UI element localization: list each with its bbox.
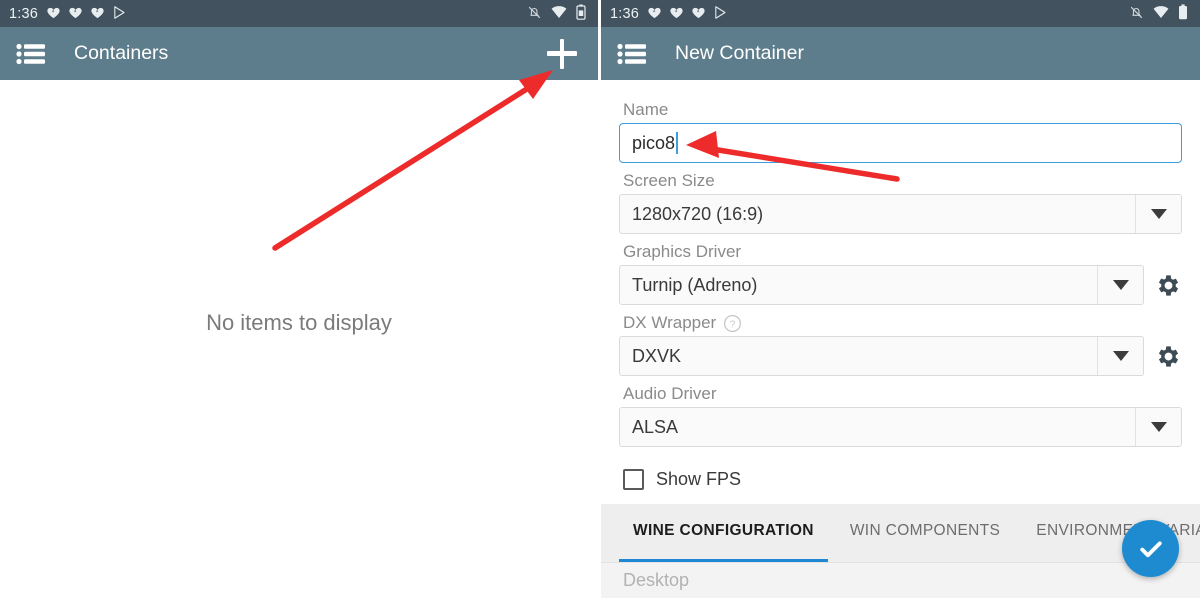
empty-state-text: No items to display: [206, 310, 392, 335]
page-title: Containers: [74, 42, 169, 64]
notification-icon: [647, 5, 662, 23]
desktop-field-label: Desktop: [623, 570, 690, 590]
mute-bell-icon: [527, 5, 542, 23]
show-fps-row[interactable]: Show FPS: [619, 469, 1182, 490]
play-store-icon: [112, 5, 127, 23]
chevron-down-icon[interactable]: [1135, 195, 1181, 233]
graphics-driver-select[interactable]: Turnip (Adreno): [619, 265, 1144, 305]
right-toolbar: New Container: [601, 27, 1200, 80]
right-phone-panel: 1:36 New Container Name pico8 Screen Siz…: [601, 0, 1200, 598]
gear-icon[interactable]: [1155, 343, 1182, 370]
wifi-icon: [1153, 5, 1169, 22]
mute-bell-icon: [1129, 5, 1144, 23]
battery-icon: [576, 4, 586, 23]
dx-wrapper-value: DXVK: [632, 345, 682, 366]
screen-size-value: 1280x720 (16:9): [632, 203, 764, 224]
page-title: New Container: [675, 42, 804, 64]
notification-icon: [46, 5, 61, 23]
name-label: Name: [623, 100, 669, 119]
audio-driver-select[interactable]: ALSA: [619, 407, 1182, 447]
screen-size-row: 1280x720 (16:9): [619, 194, 1182, 234]
left-toolbar: Containers: [0, 27, 598, 80]
chevron-down-icon[interactable]: [1097, 266, 1143, 304]
status-clock: 1:36: [610, 5, 640, 22]
audio-driver-value: ALSA: [632, 416, 679, 437]
left-status-bar: 1:36: [0, 0, 598, 27]
list-menu-icon[interactable]: [617, 43, 647, 65]
svg-text:?: ?: [730, 319, 736, 330]
dx-wrapper-label: DX Wrapper: [623, 313, 717, 332]
help-circle-icon[interactable]: ?: [723, 314, 742, 333]
notification-icon: [90, 5, 105, 23]
tab-bar: WINE CONFIGURATION WIN COMPONENTS ENVIRO…: [601, 504, 1200, 562]
name-input[interactable]: pico8: [619, 123, 1182, 163]
notification-icon: [669, 5, 684, 23]
new-container-form: Name pico8 Screen Size 1280x720 (16:9) G…: [601, 80, 1200, 598]
graphics-driver-label: Graphics Driver: [623, 242, 742, 261]
text-caret: [676, 132, 679, 154]
screen-size-label: Screen Size: [623, 171, 715, 190]
graphics-driver-value: Turnip (Adreno): [632, 274, 758, 295]
status-left-icons: [46, 5, 127, 23]
show-fps-checkbox[interactable]: [623, 469, 644, 490]
dx-wrapper-label-row: DX Wrapper ?: [623, 313, 1182, 333]
list-menu-icon[interactable]: [16, 43, 46, 65]
name-input-value: pico8: [632, 132, 676, 153]
tab-wine-configuration[interactable]: WINE CONFIGURATION: [615, 522, 832, 562]
dx-wrapper-row: DXVK: [619, 336, 1182, 376]
chevron-down-icon[interactable]: [1097, 337, 1143, 375]
graphics-driver-row: Turnip (Adreno): [619, 265, 1182, 305]
dx-wrapper-select[interactable]: DXVK: [619, 336, 1144, 376]
status-right-icons: [527, 4, 589, 23]
screen-size-select[interactable]: 1280x720 (16:9): [619, 194, 1182, 234]
tab-content-panel: Desktop: [601, 562, 1200, 598]
right-status-bar: 1:36: [601, 0, 1200, 27]
status-right-icons: [1129, 4, 1191, 23]
show-fps-label: Show FPS: [656, 469, 742, 489]
audio-driver-row: ALSA: [619, 407, 1182, 447]
play-store-icon: [713, 5, 728, 23]
screenshot-root: 1:36 Containers No items to display 1:36…: [0, 0, 1200, 598]
tab-win-components[interactable]: WIN COMPONENTS: [832, 522, 1018, 562]
notification-icon: [68, 5, 83, 23]
notification-icon: [691, 5, 706, 23]
confirm-fab-button[interactable]: [1122, 520, 1179, 577]
battery-icon: [1178, 4, 1188, 23]
add-container-button[interactable]: [542, 34, 582, 74]
gear-icon[interactable]: [1155, 272, 1182, 299]
check-icon: [1139, 540, 1162, 557]
left-phone-panel: 1:36 Containers No items to display: [0, 0, 598, 598]
container-list-empty-state: No items to display: [0, 80, 598, 598]
audio-driver-label: Audio Driver: [623, 384, 717, 403]
status-clock: 1:36: [9, 5, 39, 22]
status-left-icons: [647, 5, 728, 23]
chevron-down-icon[interactable]: [1135, 408, 1181, 446]
tabs-section: WINE CONFIGURATION WIN COMPONENTS ENVIRO…: [601, 504, 1200, 598]
wifi-icon: [551, 5, 567, 22]
